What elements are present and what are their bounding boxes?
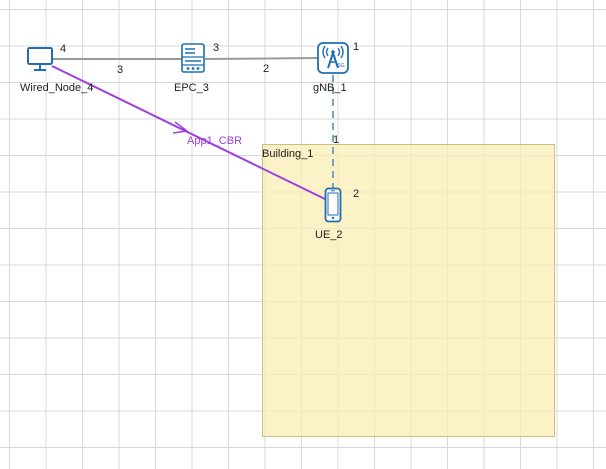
gnb-1[interactable]: 5G	[317, 42, 349, 74]
wired-node-id: 4	[60, 43, 67, 55]
gnb-5g-badge: 5G	[338, 63, 345, 69]
ue-name: UE_2	[315, 229, 343, 241]
gnb-port-label: 1	[333, 134, 340, 146]
epc-name: EPC_3	[174, 82, 209, 94]
desktop-monitor-icon	[27, 47, 53, 71]
wired-node-4[interactable]	[26, 46, 54, 72]
wired-link-epc3-gnb1[interactable]	[204, 57, 321, 60]
epc-server-icon	[181, 43, 205, 73]
links-layer	[51, 57, 334, 201]
gnb-antenna-icon	[317, 42, 349, 74]
ue-2[interactable]	[324, 187, 342, 223]
wired-node-name: Wired_Node_4	[20, 82, 94, 94]
wired-node-port-label: 3	[117, 64, 124, 76]
epc-id: 3	[213, 42, 220, 54]
epc-port-label: 2	[263, 63, 270, 75]
application-label[interactable]: App1_CBR	[187, 135, 242, 147]
ue-id: 2	[353, 188, 360, 200]
epc-3[interactable]	[181, 43, 205, 73]
gnb-name: gNB_1	[313, 82, 347, 94]
gnb-id: 1	[353, 41, 360, 53]
mobile-phone-icon	[324, 187, 342, 223]
